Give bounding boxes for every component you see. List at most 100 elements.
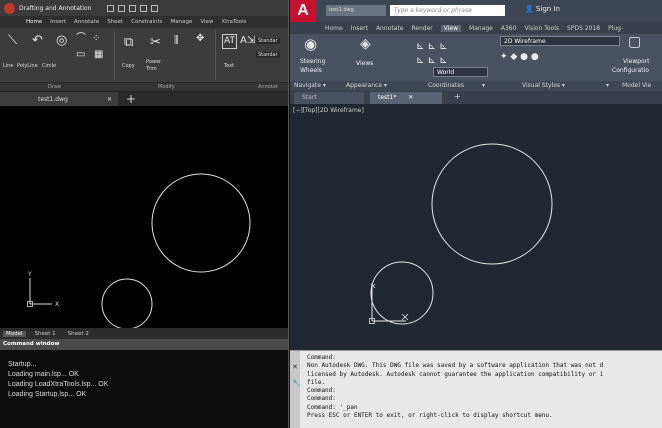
hatch-tool-icon[interactable]: ▦ (94, 48, 103, 61)
tab-view[interactable]: View (200, 19, 213, 25)
tab-insert[interactable]: Insert (351, 25, 368, 32)
open-icon[interactable] (118, 4, 126, 12)
panel-model-viewports[interactable]: Model Vie (622, 82, 651, 89)
tab-render[interactable]: Render (411, 25, 432, 32)
configuration-label: Configuratio (612, 67, 649, 74)
views-cube-icon[interactable]: ◈ (360, 37, 371, 51)
tab-sheet[interactable]: Sheet (107, 19, 123, 25)
ucs-select[interactable]: World (433, 67, 488, 77)
array-tool-icon[interactable]: ⁘ (92, 32, 100, 45)
layout-tab-model[interactable]: Model (3, 330, 26, 337)
doc-tab-test1[interactable]: test1.dwg ✕ (0, 92, 118, 106)
steering-wheel-icon[interactable]: ◉ (304, 37, 317, 52)
new-tab-icon[interactable]: + (126, 92, 136, 106)
sign-in-button[interactable]: 👤 Sign In (525, 5, 560, 13)
viewport-config-icon[interactable]: ▢ (628, 35, 641, 49)
viewport-controls[interactable]: [−][Top][2D Wireframe] (293, 107, 364, 114)
ucs-tools-icon[interactable]: ⊾ ⊾ ⊾ (416, 40, 448, 53)
panel-annotate: Annotat (258, 84, 278, 90)
panel-divider (114, 30, 115, 80)
customize-icon[interactable]: 🔧 (292, 379, 301, 387)
panel-modify: Modify (158, 84, 175, 90)
tab-insert[interactable]: Insert (50, 19, 66, 25)
tab-manage[interactable]: Manage (171, 19, 193, 25)
tab-constraints[interactable]: Constraints (131, 19, 162, 25)
tab-vision-tools[interactable]: Vision Tools (524, 25, 559, 32)
tab-annotate[interactable]: Annotate (74, 19, 99, 25)
text-label: Text (224, 63, 235, 69)
ucs-tools2-icon[interactable]: ⊾ ⊾ ⊾ (416, 54, 448, 67)
left-command-window[interactable]: Startup... Loading main.lsp... OK Loadin… (0, 350, 288, 428)
print-icon[interactable] (151, 4, 159, 12)
steering-label: Steering (300, 58, 326, 65)
small-circle[interactable] (370, 261, 434, 325)
small-circle[interactable] (101, 278, 153, 330)
large-circle[interactable] (151, 173, 251, 273)
panel-coordinates-expand[interactable]: ▾ (482, 82, 485, 89)
command-window-handle[interactable]: ✕ 🔧 (290, 351, 301, 428)
layout-tab-sheet2[interactable]: Sheet 2 (65, 331, 92, 337)
power-trim-icon[interactable]: ✂ (150, 36, 161, 49)
app-logo-icon[interactable] (4, 2, 15, 14)
title-filename: test1.dwg (326, 5, 386, 16)
left-title-bar: Drafting and Annotation (0, 0, 288, 16)
doc-tab-start[interactable]: Start (294, 92, 364, 104)
panel-draw: Draw (48, 84, 62, 90)
tab-a360[interactable]: A360 (501, 25, 517, 32)
cmd-line: Startup... (8, 361, 37, 368)
move-tool-icon[interactable]: ✥ (196, 32, 204, 45)
right-panel-labels: Navigate ▾ Appearance ▾ Coordinates ▾ Vi… (290, 81, 662, 91)
cmd-line: Non Autodesk DWG. This DWG file was save… (307, 362, 604, 370)
ucs-x-glyph (401, 313, 409, 321)
cmd-line: Loading Startup.lsp... OK (8, 391, 87, 398)
left-document-tabs: test1.dwg ✕ + (0, 92, 288, 106)
wheels-label: Wheels (300, 67, 322, 74)
right-drawing-canvas[interactable]: [−][Top][2D Wireframe] (290, 104, 662, 350)
tab-spds[interactable]: SPDS 2018 (567, 25, 600, 32)
copy-tool-icon[interactable]: ⧉ (124, 36, 133, 49)
text-tool-icon[interactable]: AT (222, 34, 237, 49)
panel-appearance[interactable]: Appearance ▾ (346, 82, 387, 89)
tab-xtratools[interactable]: XtraTools (221, 19, 246, 25)
close-icon[interactable]: ✕ (107, 96, 112, 103)
panel-navigate[interactable]: Navigate ▾ (294, 82, 326, 89)
large-circle[interactable] (431, 143, 553, 265)
text-style-select[interactable]: Standar (256, 38, 280, 44)
line-tool-icon[interactable]: ⟍ (8, 34, 17, 47)
multileader-icon[interactable]: A⇲ (240, 34, 255, 47)
left-drawing-canvas[interactable]: Y X (0, 106, 288, 330)
arc-tool-icon[interactable]: ⌒ (76, 32, 86, 45)
right-ribbon-tabs: Home Insert Annotate Render View Manage … (290, 22, 662, 34)
tab-home[interactable]: Home (26, 19, 42, 25)
left-panel-labels: Draw Modify Annotat (0, 82, 288, 91)
rect-tool-icon[interactable]: ▭ (76, 48, 85, 61)
saveas-icon[interactable] (140, 4, 148, 12)
doc-tab-test1[interactable]: test1* ✕ (370, 92, 442, 104)
panel-coordinates[interactable]: Coordinates (428, 82, 464, 89)
polyline-tool-icon[interactable]: ↶ (32, 34, 43, 47)
right-command-window[interactable]: ✕ 🔧 Command: Non Autodesk DWG. This DWG … (290, 350, 662, 428)
trim-label: Trim (146, 66, 157, 72)
new-icon[interactable] (107, 4, 115, 12)
autocad-logo-icon[interactable]: A (290, 0, 316, 22)
tab-manage[interactable]: Manage (469, 25, 493, 32)
tab-view[interactable]: View (440, 24, 462, 32)
panel-visual-styles[interactable]: Visual Styles ▾ (522, 82, 565, 89)
panel-visual-styles-expand[interactable]: ▾ (606, 82, 609, 89)
save-icon[interactable] (129, 4, 137, 12)
tab-home[interactable]: Home (325, 25, 343, 32)
new-tab-icon[interactable]: + (446, 92, 469, 104)
tab-plugins[interactable]: Plug- (608, 25, 623, 32)
tab-annotate[interactable]: Annotate (376, 25, 403, 32)
workspace-selector[interactable]: Drafting and Annotation (19, 5, 91, 12)
layout-tab-sheet1[interactable]: Sheet 1 (32, 331, 59, 337)
dim-style-select[interactable]: Standar (256, 52, 280, 58)
visual-style-select[interactable]: 2D Wireframe (500, 36, 620, 46)
close-icon[interactable]: ✕ (408, 94, 413, 101)
close-icon[interactable]: ✕ (292, 363, 298, 371)
mirror-tool-icon[interactable]: ⫼ (174, 34, 179, 47)
cmd-line: Command: (307, 354, 336, 361)
search-input[interactable]: Type a keyword or phrase (390, 5, 505, 16)
visual-tools-icon[interactable]: ✦ ◆ ● ● (500, 51, 539, 64)
circle-tool-icon[interactable]: ◎ (56, 34, 67, 47)
